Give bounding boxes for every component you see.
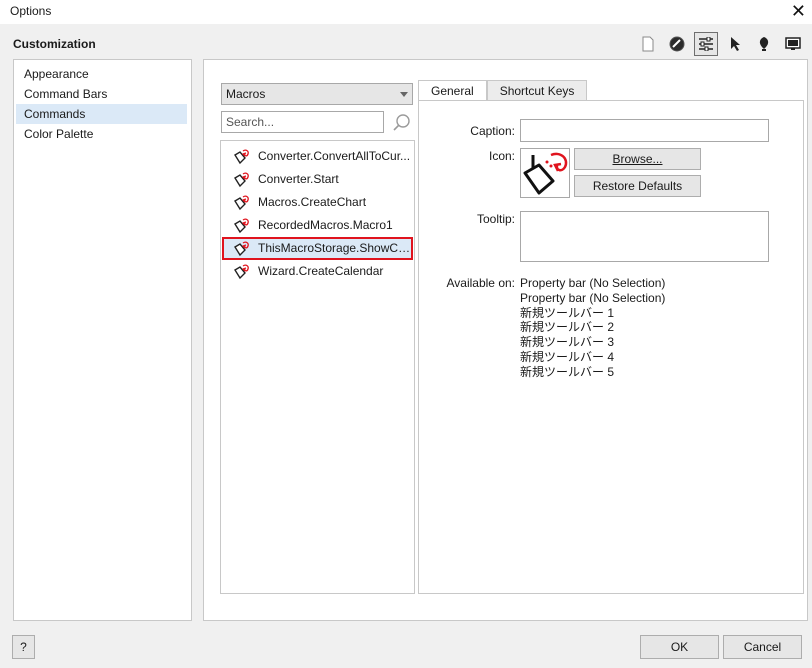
list-item[interactable]: Macros.CreateChart [222,191,413,214]
available-item: 新規ツールバー 1 [520,305,615,320]
available-item: 新規ツールバー 5 [520,364,615,379]
sidebar-item-appearance[interactable]: Appearance [16,64,187,84]
macro-icon [234,149,249,165]
icon-preview [520,148,570,198]
icon-label: Icon: [488,149,515,163]
macro-icon [234,264,249,280]
sidebar-item-commands[interactable]: Commands [16,104,187,124]
available-item: 新規ツールバー 4 [520,349,615,364]
macro-icon [234,195,249,211]
category-toolbar [636,32,810,56]
restore-defaults-button[interactable]: Restore Defaults [574,175,701,197]
caption-field[interactable] [520,119,769,142]
tooltip-label: Tooltip: [476,212,515,226]
list-item-label: ThisMacroStorage.ShowCu... [258,241,413,255]
customize-sliders-icon[interactable] [694,32,718,56]
command-list: Converter.ConvertAllToCur... Converter.S… [220,140,415,594]
tab-shortcut-keys[interactable]: Shortcut Keys [486,80,588,101]
list-item[interactable]: Wizard.CreateCalendar [222,260,413,283]
list-item-label: Macros.CreateChart [258,195,367,209]
macro-icon [234,172,249,188]
page-icon[interactable] [636,32,660,56]
tab-general[interactable]: General [418,80,487,102]
macro-icon [523,152,568,195]
caption-label: Caption: [470,124,515,138]
sidebar-item-command-bars[interactable]: Command Bars [16,84,187,104]
cancel-button[interactable]: Cancel [723,635,802,659]
list-item-label: RecordedMacros.Macro1 [258,218,393,232]
title-bar: Options ✕ [0,0,812,24]
available-item: Property bar (No Selection) [520,290,666,305]
ok-button[interactable]: OK [640,635,719,659]
available-on-list: Property bar (No Selection) Property bar… [520,276,665,380]
tooltip-field[interactable] [520,211,769,262]
restore-defaults-label: Restore Defaults [592,179,683,193]
browse-button-label: Browse... [612,152,663,166]
available-item: Property bar (No Selection) [520,276,666,290]
search-input[interactable] [221,111,384,133]
monitor-icon[interactable] [781,32,805,56]
chevron-down-icon [400,92,408,97]
category-dropdown-value: Macros [226,87,266,101]
browse-button[interactable]: Browse... [574,148,701,170]
tab-strip: General Shortcut Keys [418,80,588,102]
search-icon[interactable] [392,113,412,133]
list-item[interactable]: Converter.Start [222,168,413,191]
pen-nib-icon[interactable] [752,32,776,56]
list-item[interactable]: RecordedMacros.Macro1 [222,214,413,237]
list-item-label: Converter.ConvertAllToCur... [258,149,411,163]
list-item-label: Converter.Start [258,172,339,186]
macro-icon [234,241,249,257]
list-item[interactable]: Converter.ConvertAllToCur... [222,145,413,168]
help-button[interactable]: ? [12,635,35,659]
close-icon[interactable]: ✕ [791,0,806,22]
available-item: 新規ツールバー 3 [520,335,615,350]
macro-icon [234,218,249,234]
available-on-label: Available on: [446,276,516,290]
sidebar-item-color-palette[interactable]: Color Palette [16,124,187,144]
section-title: Customization [13,37,96,51]
list-item-selected[interactable]: ThisMacroStorage.ShowCu... [222,237,413,260]
category-tree: Appearance Command Bars Commands Color P… [13,59,192,621]
available-item: 新規ツールバー 2 [520,320,615,335]
color-disc-icon[interactable] [665,32,689,56]
list-item-label: Wizard.CreateCalendar [258,264,384,278]
pointer-icon[interactable] [723,32,747,56]
window-title: Options [10,4,52,18]
category-dropdown[interactable]: Macros [221,83,413,105]
